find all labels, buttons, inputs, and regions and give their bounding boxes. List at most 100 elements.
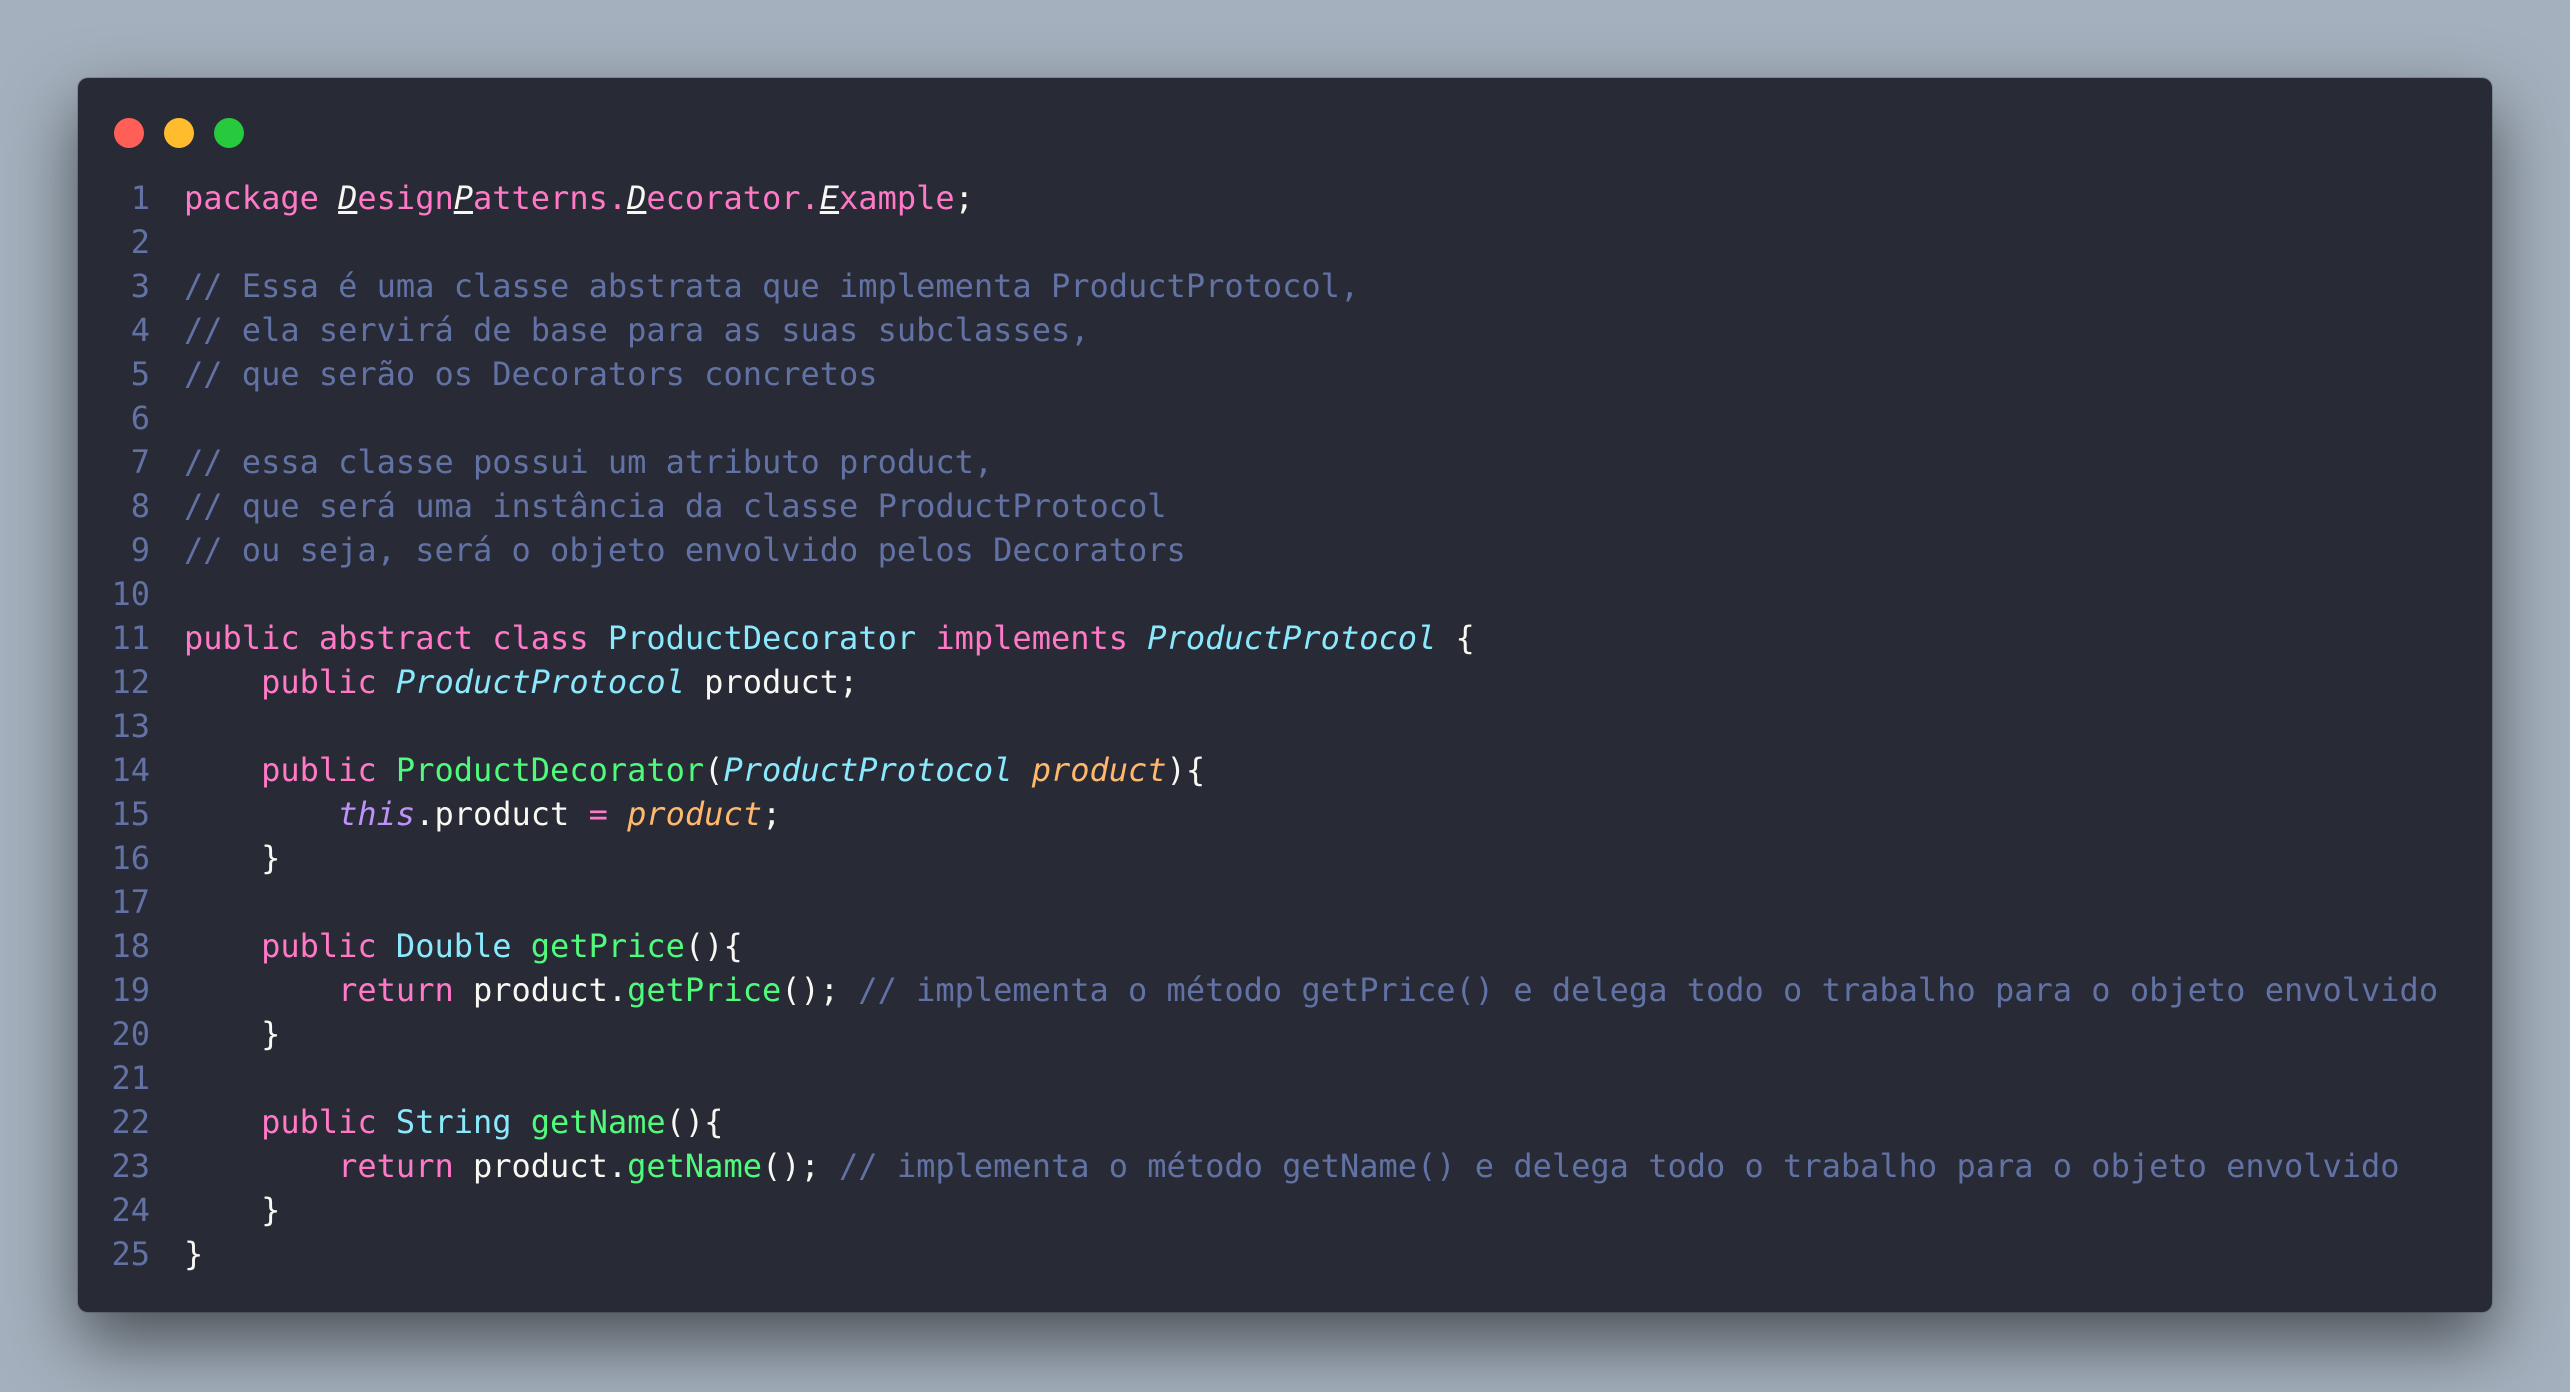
code-token: return [338,971,473,1009]
line-number: 5 [130,355,150,393]
code-token: public abstract class [184,619,608,657]
code-token: ( [704,751,724,789]
code-line: 2 [78,220,2492,264]
code-window: 1 package DesignPatterns.Decorator.Exampl… [78,78,2492,1312]
line-number: 13 [111,707,150,745]
code-token: public [261,663,396,701]
code-token: ; [954,179,974,217]
code-editor[interactable]: 1 package DesignPatterns.Decorator.Exampl… [78,176,2492,1276]
code-line: 14 public ProductDecorator(ProductProtoc… [78,748,2492,792]
code-token: // que serão os Decorators concretos [184,355,878,393]
code-token: product; [684,663,859,701]
code-line: 13 [78,704,2492,748]
code-token: (){ [684,927,743,965]
line-number: 12 [111,663,150,701]
line-number: 10 [111,575,150,613]
code-token: ProductProtocol [723,751,1013,789]
line-number: 15 [111,795,150,833]
code-token: public [261,1103,396,1141]
code-line: 22 public String getName(){ [78,1100,2492,1144]
code-token: (); [781,971,859,1009]
code-line: 24 } [78,1188,2492,1232]
code-token: product. [472,971,628,1009]
code-line: 9 // ou seja, será o objeto envolvido pel… [78,528,2492,572]
code-token: package [184,179,339,217]
code-token: E [819,179,840,217]
code-token: ProductProtocol [1147,619,1437,657]
code-token: getPrice [530,927,685,965]
code-token: D [627,179,647,217]
code-token: } [184,839,281,877]
code-token: this [338,795,416,833]
code-line: 17 [78,880,2492,924]
code-line: 8 // que será uma instância da classe Pro… [78,484,2492,528]
line-number: 20 [111,1015,150,1053]
code-token: // implementa o método getName() e deleg… [839,1147,2400,1185]
line-number: 1 [130,179,150,217]
maximize-button[interactable] [214,118,244,148]
code-line: 23 return product.getName(); // implemen… [78,1144,2492,1188]
code-token: } [184,1015,281,1053]
code-token: product [1031,751,1167,789]
line-number: 11 [111,619,150,657]
code-token: // ou seja, será o objeto envolvido pelo… [184,531,1186,569]
code-line: 7 // essa classe possui um atributo produ… [78,440,2492,484]
code-line: 19 return product.getPrice(); // impleme… [78,968,2492,1012]
code-token: P [453,179,473,217]
code-token: // implementa o método getPrice() e dele… [858,971,2439,1009]
code-token: esign [357,179,454,217]
code-token: D [338,179,358,217]
code-token: xample [839,179,955,217]
code-token: getPrice [627,971,782,1009]
code-token: ecorator. [646,179,820,217]
code-token: .product [415,795,589,833]
code-token: implements [916,619,1148,657]
code-line: 25} [78,1232,2492,1276]
line-number: 4 [130,311,150,349]
code-token: // Essa é uma classe abstrata que implem… [184,267,1360,305]
line-number: 18 [111,927,150,965]
code-line: 3 // Essa é uma classe abstrata que imple… [78,264,2492,308]
code-line: 20 } [78,1012,2492,1056]
code-token: (); [761,1147,840,1185]
line-number: 23 [111,1147,150,1185]
line-number: 2 [130,223,150,261]
code-line: 12 public ProductProtocol product; [78,660,2492,704]
line-number: 3 [130,267,150,305]
code-line: 10 [78,572,2492,616]
line-number: 16 [111,839,150,877]
code-line: 4 // ela servirá de base para as suas sub… [78,308,2492,352]
line-number: 22 [111,1103,150,1141]
code-line: 1 package DesignPatterns.Decorator.Exampl… [78,176,2492,220]
code-line: 15 this.product = product; [78,792,2492,836]
code-token: product [627,795,762,833]
code-token: ProductDecorator [607,619,917,657]
code-line: 18 public Double getPrice(){ [78,924,2492,968]
minimize-button[interactable] [164,118,194,148]
line-number: 24 [111,1191,150,1229]
code-token: getName [627,1147,762,1185]
code-token: = [588,795,608,833]
line-number: 6 [130,399,150,437]
line-number: 25 [111,1235,150,1273]
code-token: String [395,1103,512,1141]
code-token: ProductProtocol [395,663,685,701]
line-number: 19 [111,971,150,1009]
line-number: 8 [130,487,150,525]
code-token: ){ [1166,751,1206,789]
line-number: 17 [111,883,150,921]
code-token: product. [472,1147,628,1185]
code-token: atterns. [472,179,628,217]
code-token: return [338,1147,473,1185]
close-button[interactable] [114,118,144,148]
